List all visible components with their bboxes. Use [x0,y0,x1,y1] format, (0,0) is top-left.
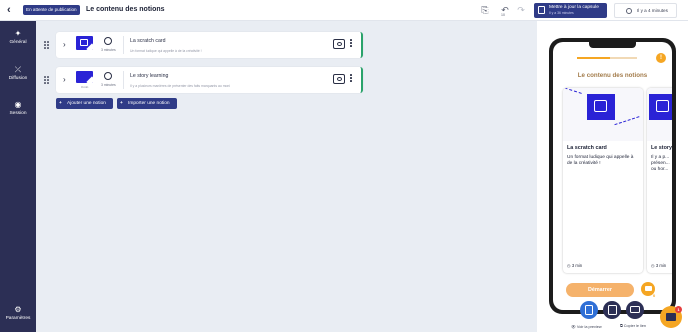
notion-description: Il y a plusieurs manières de présenter d… [130,84,231,88]
update-capsule-sublabel: Il y a 36 minutes [549,11,574,15]
sidebar-item-label: Paramètres [5,316,31,321]
timer-icon [104,37,112,45]
last-saved-text: Il y a 4 minutes [637,8,668,13]
redo-icon[interactable]: ↷ [515,4,527,16]
timer-icon [104,72,112,80]
add-notion-button[interactable]: + Ajouter une notion [56,98,113,109]
view-preview-link[interactable]: 👁 Voir la preview [571,324,602,329]
preview-card[interactable]: La scratch card Un format ludique qui ap… [563,88,643,273]
notion-thumbnail [76,71,93,83]
notion-card-scratch[interactable]: › 3 minutes La scratch card Un format lu… [56,32,363,58]
notion-description: Un format ludique qui appelle à de la cr… [130,49,202,53]
sidebar-item-diffusion[interactable]: ⤫ Diffusion [0,65,36,91]
status-badge: En attente de publication [23,5,80,15]
card-illustration [563,88,643,141]
gear-icon: ⚙ [14,305,22,314]
chat-icon[interactable]: 0 [641,282,656,298]
info-badge-icon[interactable]: ! [656,53,666,63]
preview-card-title: Le story [651,145,672,151]
share-icon: ⤫ [14,65,22,74]
import-notion-button[interactable]: + Importer une notion [117,98,177,109]
tablet-icon[interactable] [603,301,621,319]
preview-card-duration-text: 3 min [571,263,583,268]
preview-title: Le contenu des notions [577,72,648,79]
update-capsule-button[interactable]: Mettre à jour la capsule Il y a 36 minut… [534,3,607,18]
chevron-right-icon[interactable]: › [63,75,66,84]
copy-link-label: Copier le lien [623,324,646,328]
laptop-icon[interactable] [626,301,644,319]
session-icon: ◉ [14,100,22,109]
undo-count: 10 [501,13,505,17]
plus-icon: + [59,101,62,106]
card-illustration [647,88,672,141]
notion-thumbnail [76,36,93,50]
drag-handle-icon[interactable] [44,76,50,84]
progress-fill [577,57,610,59]
sidebar-item-label: Session [9,111,27,116]
more-options-icon[interactable] [350,74,353,84]
preview-card[interactable]: Le story Il y a p... présen... ou hor...… [647,88,672,273]
preview-card-description: Un format ludique qui appelle à de la cr… [567,155,634,166]
add-notion-label: Ajouter une notion [67,101,106,106]
view-preview-label: Voir la preview [576,325,602,329]
sidebar-item-settings[interactable]: ⚙ Paramètres [0,305,36,331]
preview-card-duration: ◷ 3 min [567,263,583,268]
chevron-right-icon[interactable]: › [63,40,66,49]
preview-card-duration: ◷ 3 min [651,263,667,268]
visibility-eye-icon[interactable] [333,74,345,84]
notion-duration: 3 minutes [101,83,116,87]
page-title: Le contenu des notions [86,6,165,13]
import-notion-label: Importer une notion [128,101,170,106]
sidebar-item-general[interactable]: ✦ Général [0,29,36,55]
copy-link[interactable]: ⧉ Copier le lien [620,324,646,328]
progress-bar [577,57,637,59]
translate-icon[interactable]: ⎘ [479,4,491,16]
notion-card-story[interactable]: › 3 min 3 minutes Le story learning Il y… [56,67,363,93]
thumb-caption: 3 min [81,85,89,89]
divider [123,71,124,89]
more-options-icon[interactable] [350,39,353,49]
start-button[interactable]: Démarrer [566,283,634,297]
sidebar-item-session[interactable]: ◉ Session [0,100,36,126]
drag-handle-icon[interactable] [44,41,50,49]
sidebar-item-label: Diffusion [8,76,28,81]
history-button[interactable]: Il y a 4 minutes [614,3,677,18]
capsule-icon [538,6,545,14]
preview-panel: ! Le contenu des notions La scratch card… [537,21,688,332]
sidebar: ✦ Général ⤫ Diffusion ◉ Session ⚙ Paramè… [0,21,36,332]
visibility-eye-icon[interactable] [333,39,345,49]
chat-fab-badge: 1 [675,306,682,313]
chat-count: 0 [653,293,656,298]
phone-screen: ! Le contenu des notions La scratch card… [553,42,672,310]
phone-notch [589,42,636,48]
chat-fab-icon[interactable]: 1 [660,306,682,328]
wand-icon: ✦ [14,29,22,38]
notion-title[interactable]: La scratch card [130,38,165,44]
back-arrow-icon[interactable]: ‹ [7,4,17,16]
top-bar: ‹ En attente de publication Le contenu d… [0,0,688,21]
history-icon [626,8,632,14]
plus-icon: + [120,101,123,106]
phone-icon[interactable] [580,301,598,319]
sidebar-item-label: Général [9,40,27,45]
preview-card-duration-text: 3 min [655,263,667,268]
notion-title[interactable]: Le story learning [130,73,168,79]
phone-frame: ! Le contenu des notions La scratch card… [549,38,676,314]
preview-card-title: La scratch card [567,145,607,151]
divider [123,36,124,54]
notion-duration: 3 minutes [101,48,116,52]
preview-card-description: Il y a p... présen... ou hor... [651,155,670,172]
